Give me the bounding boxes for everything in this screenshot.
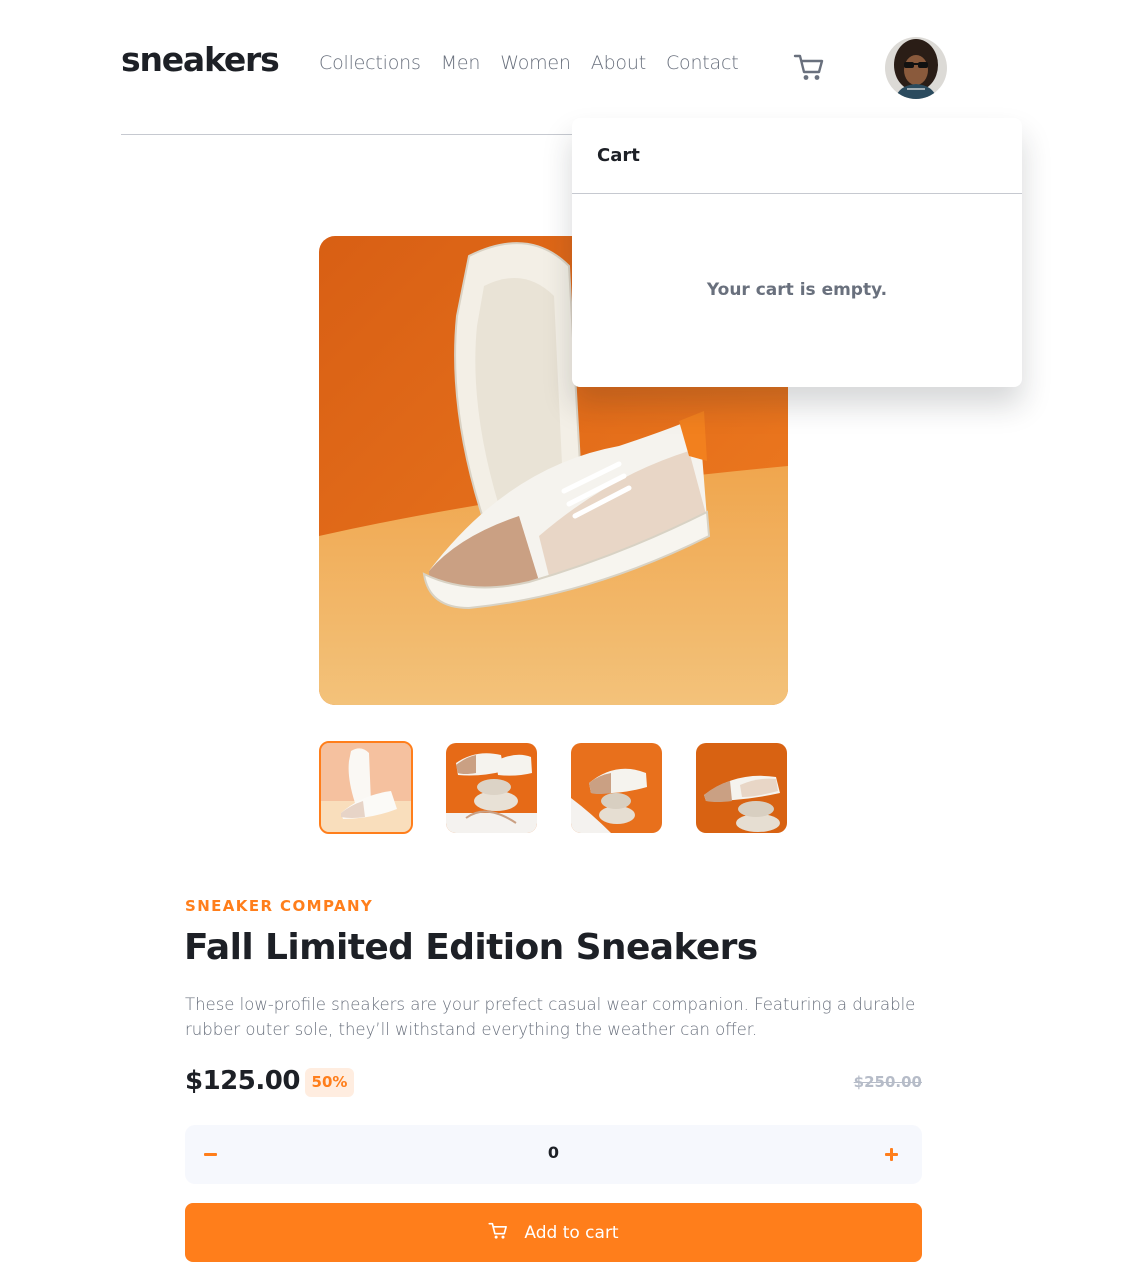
add-to-cart-label: Add to cart	[524, 1222, 619, 1243]
discount-badge: 50%	[305, 1068, 354, 1097]
company-label: SNEAKER COMPANY	[185, 897, 374, 915]
cart-divider	[572, 193, 1022, 194]
cart-title: Cart	[597, 145, 640, 166]
thumbnail-2[interactable]	[446, 743, 537, 833]
quantity-value: 0	[547, 1143, 560, 1162]
logo[interactable]: sneakers	[121, 40, 280, 80]
product-description: These low-profile sneakers are your pref…	[185, 995, 916, 1039]
original-price: $250.00	[853, 1073, 922, 1091]
nav-men[interactable]: Men	[441, 48, 481, 78]
thumbnail-3[interactable]	[571, 743, 662, 833]
thumbnail-1[interactable]	[319, 741, 413, 834]
add-to-cart-button[interactable]: Add to cart	[185, 1203, 922, 1262]
quantity-stepper: 0	[185, 1125, 922, 1184]
nav-collections[interactable]: Collections	[319, 48, 421, 78]
cart-dropdown: Cart Your cart is empty.	[572, 118, 1022, 387]
main-nav: Collections Men Women About Contact	[319, 48, 739, 78]
avatar[interactable]	[885, 37, 947, 99]
nav-about[interactable]: About	[591, 48, 646, 78]
cart-icon[interactable]	[793, 52, 825, 82]
current-price: $125.00	[185, 1066, 300, 1096]
thumbnail-4[interactable]	[696, 743, 787, 833]
cart-empty-message: Your cart is empty.	[706, 280, 888, 300]
cart-icon	[488, 1221, 508, 1245]
product-title: Fall Limited Edition Sneakers	[184, 927, 758, 968]
nav-contact[interactable]: Contact	[666, 48, 739, 78]
plus-icon[interactable]	[884, 1139, 904, 1169]
nav-women[interactable]: Women	[500, 48, 571, 78]
